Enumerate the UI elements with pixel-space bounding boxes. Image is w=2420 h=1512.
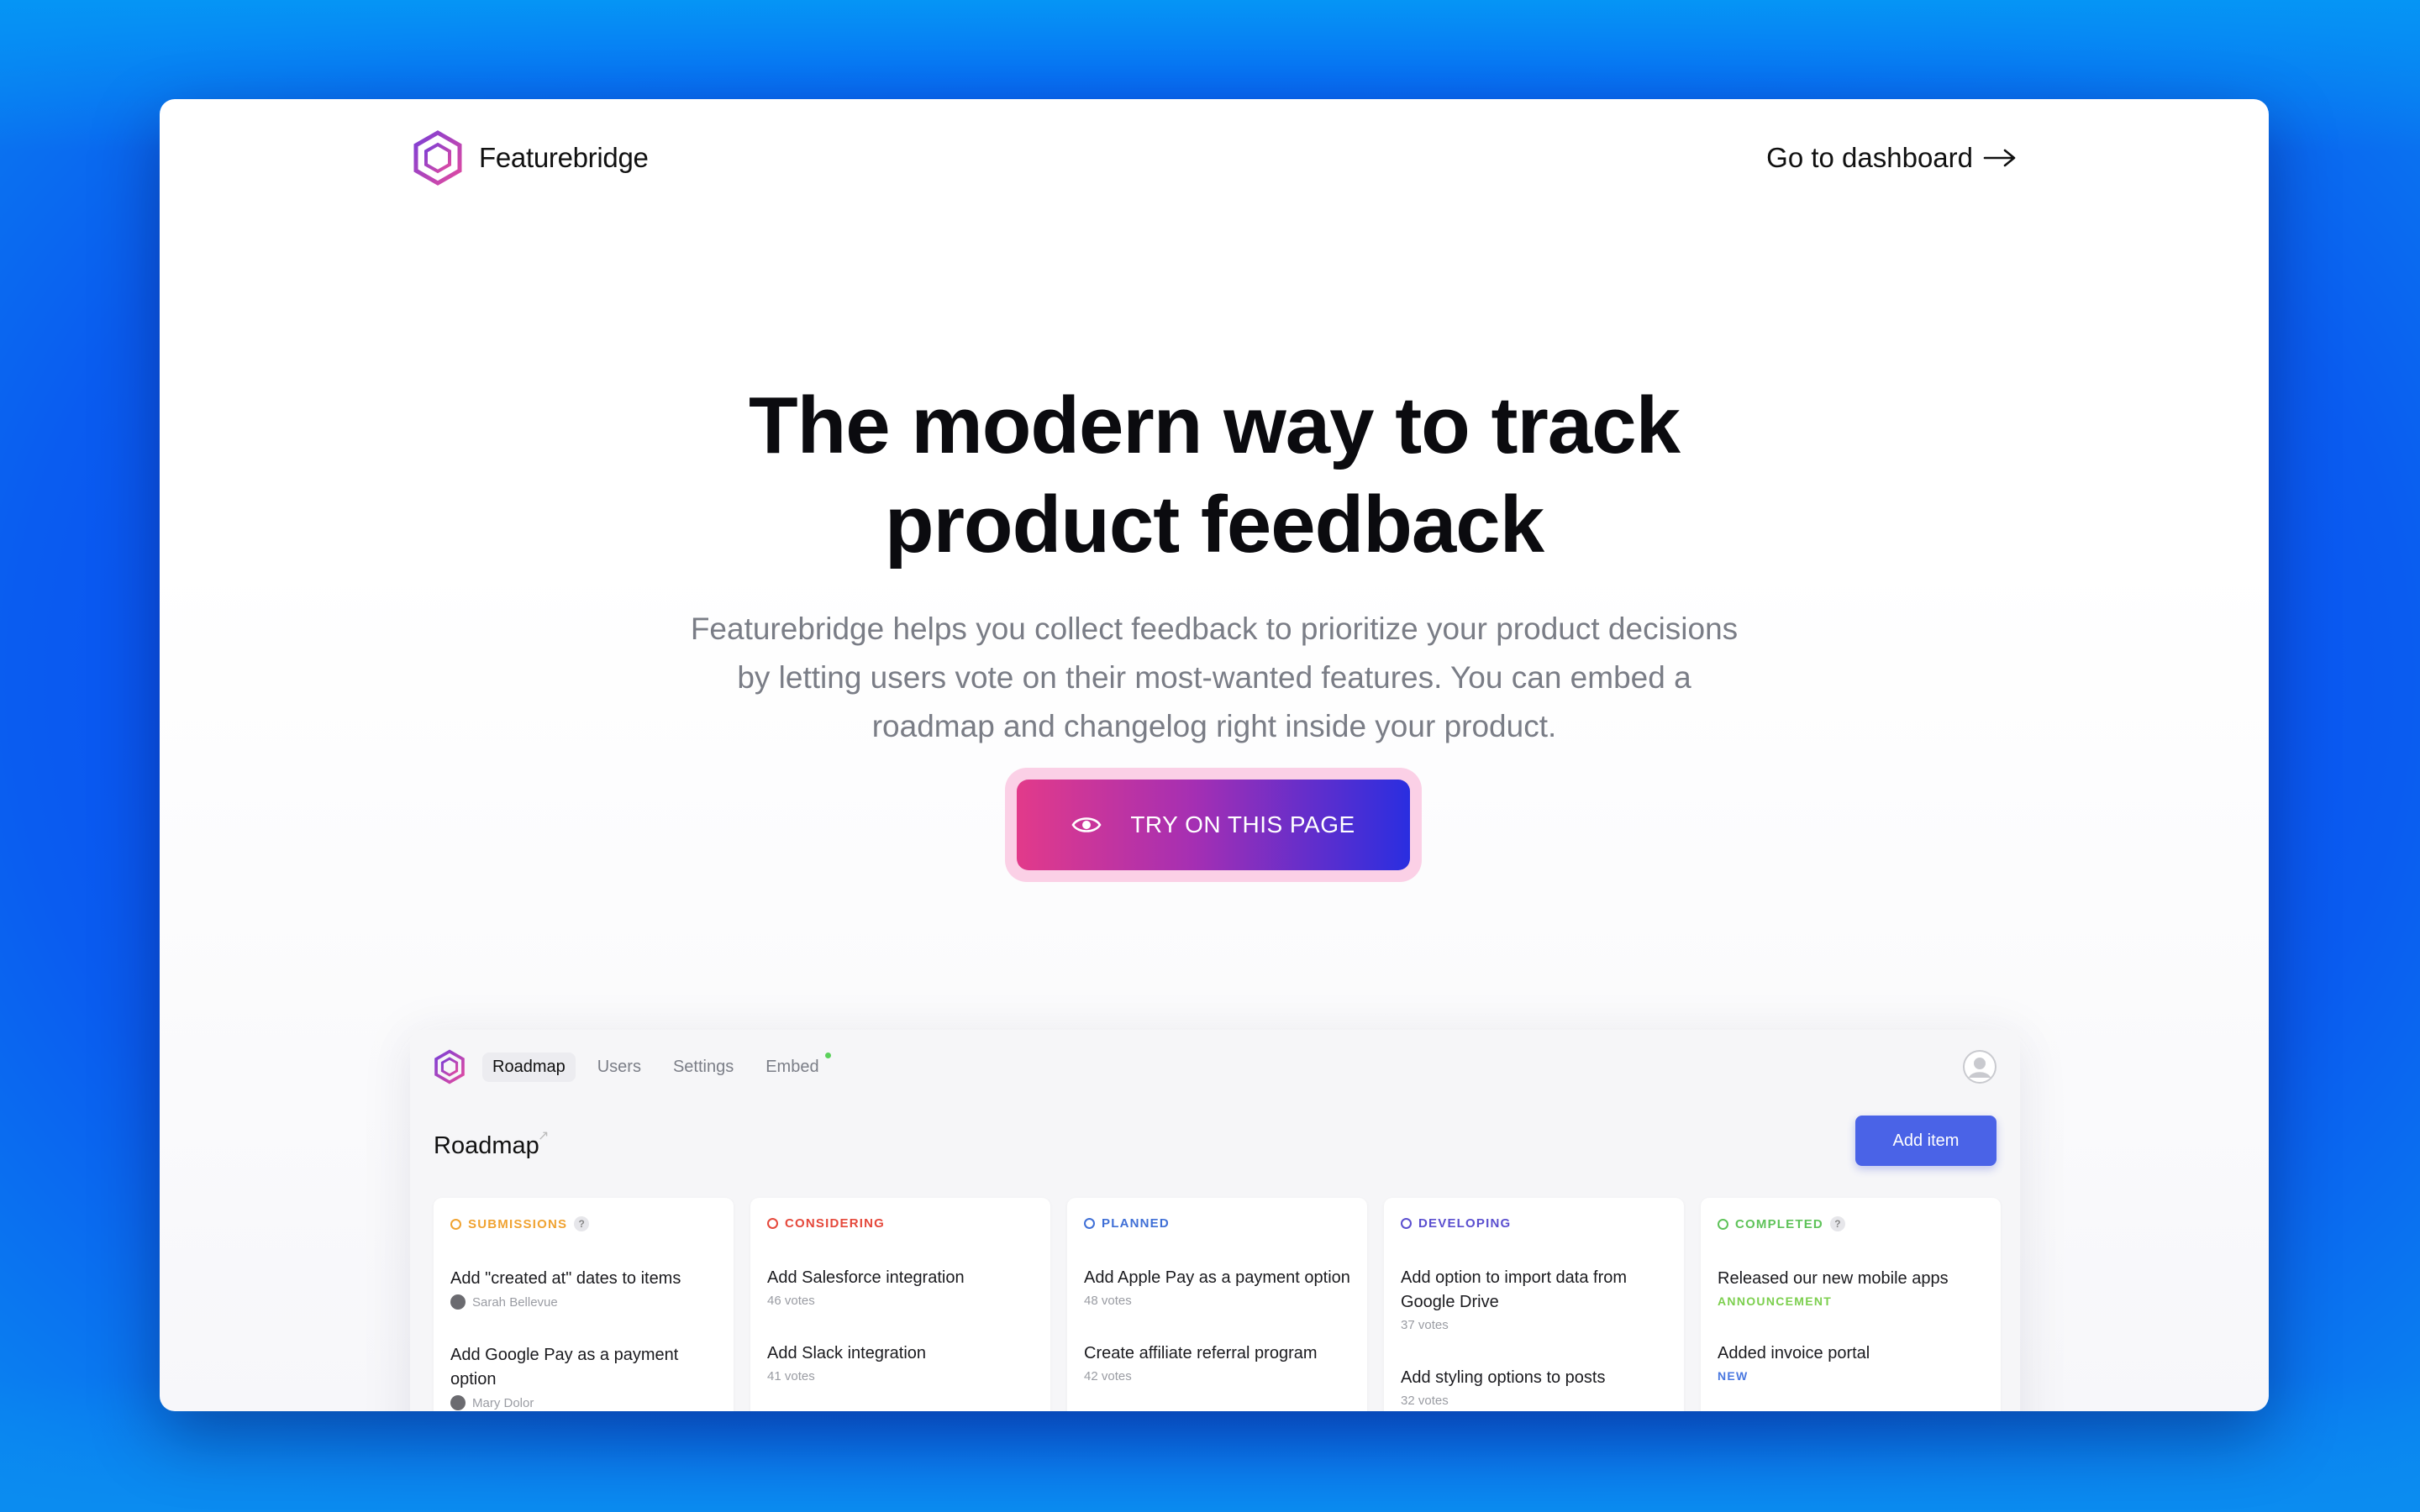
column-header: DEVELOPING: [1401, 1216, 1667, 1231]
item-title: Add Salesforce integration: [767, 1268, 965, 1287]
status-ring-icon: [450, 1218, 461, 1230]
changelog-item[interactable]: Released our new mobile apps ANNOUNCEMEN…: [1718, 1267, 1984, 1308]
item-title: Add Apple Pay as a payment option: [1084, 1268, 1350, 1287]
item-votes: 41 votes: [767, 1369, 815, 1383]
roadmap-item[interactable]: Create affiliate referral program 42 vot…: [1084, 1341, 1350, 1383]
browser-window: Featurebridge Go to dashboard The modern…: [160, 99, 2269, 1411]
column-header: SUBMISSIONS ?: [450, 1216, 717, 1231]
item-title: Add "created at" dates to items: [450, 1269, 681, 1288]
add-item-button[interactable]: Add item: [1855, 1116, 1996, 1166]
column-submissions: SUBMISSIONS ? Add "created at" dates to …: [434, 1198, 734, 1411]
item-meta: Mary Dolor: [450, 1395, 717, 1410]
item-title: Added invoice portal: [1718, 1344, 1870, 1362]
column-title: SUBMISSIONS: [468, 1216, 568, 1231]
try-on-this-page-button[interactable]: TRY ON THIS PAGE: [1017, 780, 1410, 870]
help-icon[interactable]: ?: [574, 1216, 590, 1231]
user-avatar-icon: [1963, 1050, 1996, 1084]
item-title: Released our new mobile apps: [1718, 1269, 1949, 1288]
tab-roadmap[interactable]: Roadmap: [482, 1052, 576, 1082]
hero-title-line1: The modern way to track: [749, 381, 1681, 470]
status-ring-icon: [1718, 1218, 1728, 1230]
column-title: CONSIDERING: [785, 1216, 886, 1231]
item-author: Mary Dolor: [472, 1395, 534, 1410]
status-ring-icon: [1401, 1218, 1412, 1229]
featurebridge-logo-icon[interactable]: [412, 129, 464, 186]
status-ring-icon: [1084, 1218, 1095, 1229]
roadmap-item[interactable]: Add styling options to posts 32 votes: [1401, 1366, 1667, 1408]
cta-label: TRY ON THIS PAGE: [1130, 811, 1355, 837]
item-author: Sarah Bellevue: [472, 1294, 558, 1310]
hero-title: The modern way to track product feedback: [160, 376, 2269, 575]
column-header: CONSIDERING: [767, 1216, 1034, 1231]
brand-name[interactable]: Featurebridge: [479, 142, 649, 174]
column-header: PLANNED: [1084, 1216, 1350, 1231]
arrow-right-icon: [1983, 149, 2016, 167]
tab-users[interactable]: Users: [587, 1053, 651, 1082]
column-planned: PLANNED Add Apple Pay as a payment optio…: [1067, 1198, 1367, 1411]
item-votes: 46 votes: [767, 1294, 815, 1308]
item-tag: ANNOUNCEMENT: [1718, 1294, 1833, 1308]
roadmap-columns: SUBMISSIONS ? Add "created at" dates to …: [434, 1198, 2001, 1411]
new-indicator-dot: [824, 1052, 831, 1058]
item-title: Create affiliate referral program: [1084, 1344, 1318, 1362]
dashboard-link-label: Go to dashboard: [1766, 142, 1973, 173]
item-meta: Sarah Bellevue: [450, 1294, 717, 1310]
roadmap-item[interactable]: Add option to import data from Google Dr…: [1401, 1266, 1667, 1332]
column-title: DEVELOPING: [1418, 1216, 1512, 1231]
site-header: Featurebridge: [412, 124, 649, 192]
item-votes: 32 votes: [1401, 1394, 1449, 1408]
help-icon[interactable]: ?: [1829, 1216, 1845, 1231]
item-title: Add Slack integration: [767, 1344, 927, 1362]
roadmap-item[interactable]: Add "created at" dates to items Sarah Be…: [450, 1267, 717, 1310]
roadmap-item[interactable]: Add Salesforce integration 46 votes: [767, 1266, 1034, 1308]
roadmap-item[interactable]: Add Apple Pay as a payment option 48 vot…: [1084, 1266, 1350, 1308]
status-ring-icon: [767, 1218, 778, 1229]
app-logo-icon[interactable]: [434, 1049, 466, 1084]
eye-icon: [1071, 817, 1102, 832]
author-avatar: [450, 1294, 466, 1310]
app-preview: Roadmap Users Settings Embed Roadmap ↗ A…: [410, 1030, 2020, 1411]
roadmap-item[interactable]: Add Slack integration 41 votes: [767, 1341, 1034, 1383]
cta-focus-ring: TRY ON THIS PAGE: [1005, 768, 1422, 882]
page-title: Roadmap: [434, 1132, 539, 1159]
column-completed: COMPLETED ? Released our new mobile apps…: [1701, 1198, 2001, 1411]
column-considering: CONSIDERING Add Salesforce integration 4…: [750, 1198, 1050, 1411]
item-tag: NEW: [1718, 1369, 1749, 1383]
column-header: COMPLETED ?: [1718, 1216, 1984, 1231]
item-title: Add Google Pay as a payment option: [450, 1346, 679, 1389]
user-avatar[interactable]: [1963, 1050, 1996, 1084]
tab-embed-label: Embed: [765, 1057, 819, 1076]
app-nav: Roadmap Users Settings Embed: [434, 1047, 831, 1087]
hero-subtitle: Featurebridge helps you collect feedback…: [690, 612, 1739, 743]
tab-embed[interactable]: Embed: [755, 1052, 831, 1082]
column-title: COMPLETED: [1735, 1216, 1823, 1231]
item-votes: 37 votes: [1401, 1318, 1449, 1332]
item-title: Add option to import data from Google Dr…: [1401, 1268, 1628, 1311]
item-title: Add styling options to posts: [1401, 1368, 1606, 1387]
column-title: PLANNED: [1102, 1216, 1170, 1231]
item-votes: 48 votes: [1084, 1294, 1132, 1308]
changelog-item[interactable]: Added invoice portal NEW: [1718, 1341, 1984, 1383]
roadmap-item[interactable]: Add Google Pay as a payment option Mary …: [450, 1343, 717, 1410]
hero-title-line2: product feedback: [884, 480, 1544, 570]
column-developing: DEVELOPING Add option to import data fro…: [1384, 1198, 1684, 1411]
go-to-dashboard-link[interactable]: Go to dashboard: [1766, 124, 2017, 192]
item-votes: 42 votes: [1084, 1369, 1132, 1383]
tab-settings[interactable]: Settings: [663, 1053, 744, 1082]
author-avatar: [450, 1395, 466, 1410]
external-link-icon[interactable]: ↗: [538, 1127, 549, 1144]
